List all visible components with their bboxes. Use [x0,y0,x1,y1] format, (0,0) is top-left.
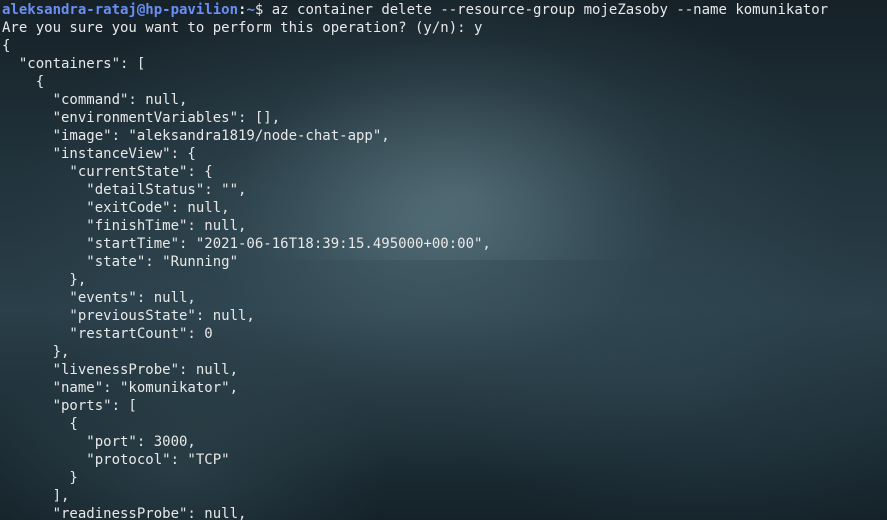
output-line: "environmentVariables": [], [2,110,281,126]
output-line: "finishTime": null, [2,218,247,234]
output-line: } [2,470,78,486]
output-line: "state": "Running" [2,254,239,270]
output-line: { [2,38,11,54]
output-line: }, [2,272,87,288]
output-line: "startTime": "2021-06-16T18:39:15.495000… [2,236,491,252]
output-line: { [2,416,78,432]
output-line: "protocol": "TCP" [2,452,230,468]
terminal-window[interactable]: aleksandra-rataj@hp-pavilion:~$ az conta… [0,0,887,520]
output-line: "instanceView": { [2,146,196,162]
output-line: "name": "komunikator", [2,380,239,396]
prompt-symbol: $ [254,2,272,18]
output-line: }, [2,344,70,360]
output-line: "restartCount": 0 [2,326,213,342]
output-line: Are you sure you want to perform this op… [2,20,483,36]
output-line: "exitCode": null, [2,200,230,216]
output-line: "events": null, [2,290,196,306]
output-line: "image": "aleksandra1819/node-chat-app", [2,128,390,144]
output-line: "port": 3000, [2,434,196,450]
output-line: "containers": [ [2,56,146,72]
output-line: "detailStatus": "", [2,182,247,198]
output-line: "currentState": { [2,164,213,180]
output-line: ], [2,488,70,504]
output-line: "ports": [ [2,398,137,414]
prompt-path: ~ [246,2,255,18]
output-line: { [2,74,45,90]
output-line: "command": null, [2,92,188,108]
output-line: "previousState": null, [2,308,255,324]
output-line: "readinessProbe": null, [2,506,247,520]
output-line: "livenessProbe": null, [2,362,239,378]
prompt-user-host: aleksandra-rataj@hp-pavilion [2,2,239,18]
terminal-output[interactable]: aleksandra-rataj@hp-pavilion:~$ az conta… [0,0,828,520]
command-text: az container delete --resource-group moj… [271,2,829,18]
prompt-line: aleksandra-rataj@hp-pavilion:~$ az conta… [2,1,828,19]
